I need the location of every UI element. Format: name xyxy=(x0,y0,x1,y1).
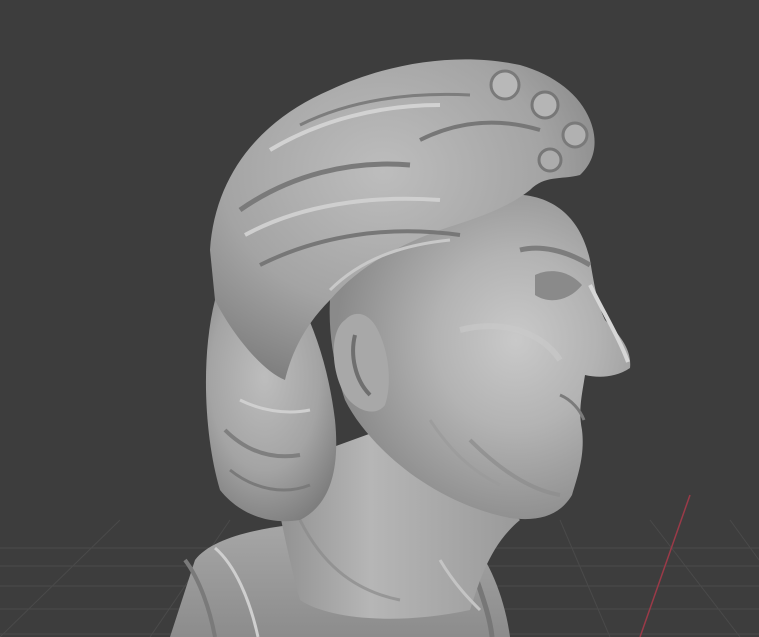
viewport-scene[interactable] xyxy=(0,0,759,637)
3d-viewport[interactable] xyxy=(0,0,759,637)
